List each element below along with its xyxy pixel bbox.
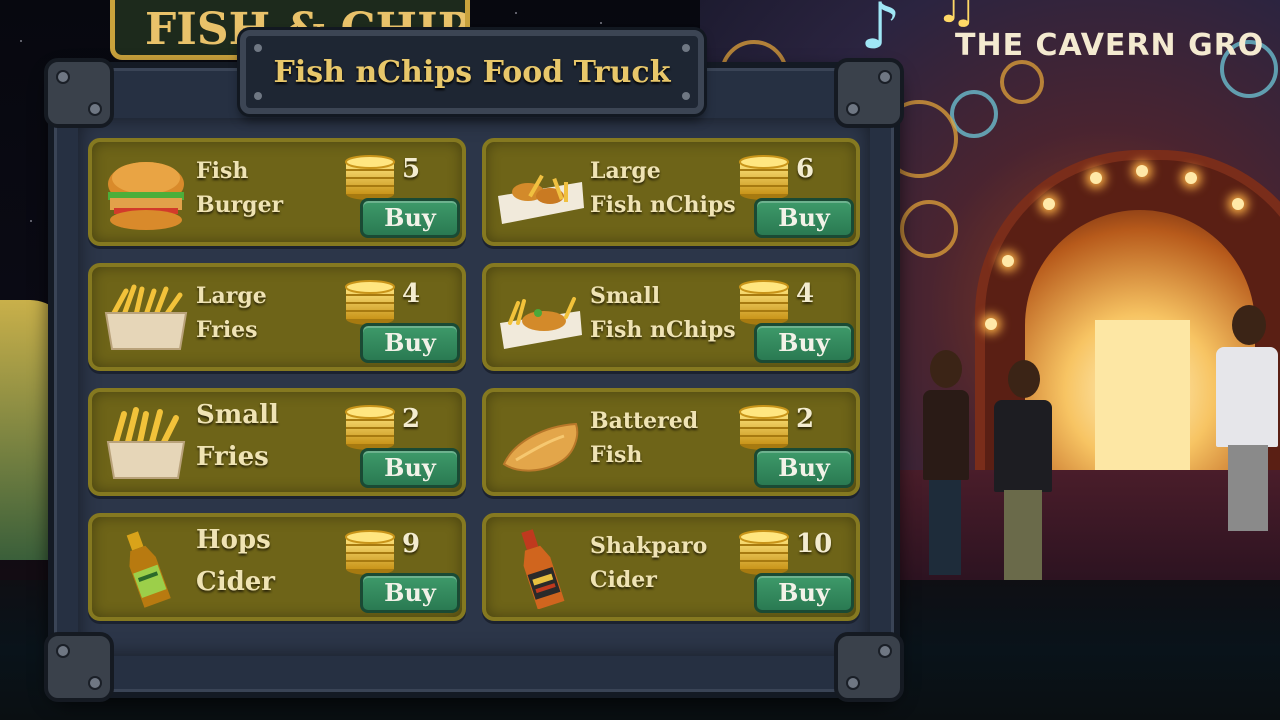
marquee-bulb (1136, 165, 1148, 177)
gold-coin-stack-icon (739, 280, 789, 325)
item-price: 6 (796, 154, 815, 184)
gold-coin-stack-icon (345, 530, 395, 575)
shop-title-plate: Fish nChips Food Truck (240, 30, 704, 114)
npc-person-white-jacket[interactable] (1212, 305, 1280, 535)
shop-title: Fish nChips Food Truck (273, 54, 671, 90)
panel-corner-bracket (834, 58, 904, 128)
large-fish-n-chips-icon (498, 174, 584, 224)
item-price: 2 (796, 404, 815, 434)
marquee-bulb (985, 318, 997, 330)
venue-door[interactable] (1095, 320, 1190, 470)
fish-burger-icon (108, 162, 184, 230)
item-price: 4 (402, 279, 421, 309)
shop-item-card: Battered Fish 2 Buy (482, 388, 860, 496)
gold-coin-stack-icon (739, 530, 789, 575)
item-name: Fish Burger (196, 158, 284, 218)
small-fish-n-chips-icon (500, 297, 582, 349)
marquee-bulb (1002, 255, 1014, 267)
gold-coin-stack-icon (345, 155, 395, 200)
panel-corner-bracket (834, 632, 904, 702)
item-name: Small Fish nChips (590, 283, 736, 343)
buy-button[interactable]: Buy (754, 448, 854, 488)
item-name: Small Fries (196, 400, 279, 472)
battered-fish-icon (502, 422, 579, 472)
buy-button[interactable]: Buy (754, 323, 854, 363)
marquee-bulb (1043, 198, 1055, 210)
music-note-icon: ♪ (860, 0, 901, 64)
gold-coin-stack-icon (345, 405, 395, 450)
item-name: Shakparo Cider (590, 533, 708, 593)
shop-item-card: Large Fries 4 Buy (88, 263, 466, 371)
shop-item-card: Fish Burger 5 Buy (88, 138, 466, 246)
npc-person-dreadlocks[interactable] (915, 350, 975, 580)
large-fries-icon (104, 284, 188, 350)
shakparo-cider-bottle-icon (521, 529, 565, 609)
panel-corner-bracket (44, 58, 114, 128)
item-name: Hops Cider (196, 525, 275, 597)
shop-item-card: Large Fish nChips 6 Buy (482, 138, 860, 246)
shop-item-card: Small Fish nChips 4 Buy (482, 263, 860, 371)
item-name: Large Fish nChips (590, 158, 736, 218)
npc-person-jacket[interactable] (988, 360, 1058, 580)
shop-item-card: Shakparo Cider 10 Buy (482, 513, 860, 621)
hops-cider-bottle-icon (126, 531, 171, 608)
venue-sign: THE CAVERN GRO (955, 28, 1265, 63)
gold-coin-stack-icon (739, 155, 789, 200)
buy-button[interactable]: Buy (360, 448, 460, 488)
item-price: 4 (796, 279, 815, 309)
item-price: 5 (402, 154, 421, 184)
buy-button[interactable]: Buy (360, 573, 460, 613)
item-price: 9 (402, 529, 421, 559)
buy-button[interactable]: Buy (754, 573, 854, 613)
item-name: Battered Fish (590, 408, 699, 468)
panel-corner-bracket (44, 632, 114, 702)
marquee-bulb (1232, 198, 1244, 210)
small-fries-icon (106, 407, 186, 479)
shop-item-card: Hops Cider 9 Buy (88, 513, 466, 621)
buy-button[interactable]: Buy (360, 323, 460, 363)
item-price: 2 (402, 404, 421, 434)
marquee-bulb (1090, 172, 1102, 184)
shop-item-card: Small Fries 2 Buy (88, 388, 466, 496)
marquee-bulb (1185, 172, 1197, 184)
gold-coin-stack-icon (739, 405, 789, 450)
item-price: 10 (796, 529, 833, 559)
item-name: Large Fries (196, 283, 267, 343)
buy-button[interactable]: Buy (754, 198, 854, 238)
gold-coin-stack-icon (345, 280, 395, 325)
buy-button[interactable]: Buy (360, 198, 460, 238)
